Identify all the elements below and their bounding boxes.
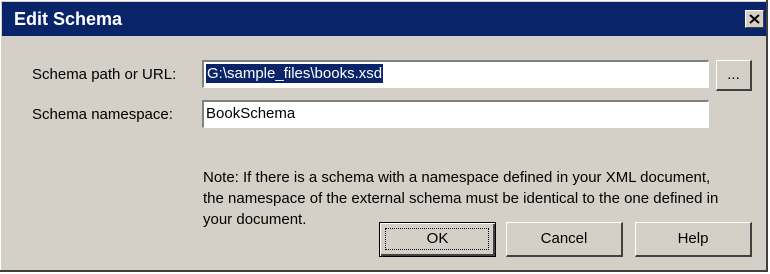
- schema-namespace-label: Schema namespace:: [32, 106, 173, 123]
- ok-button[interactable]: OK: [379, 222, 496, 257]
- ok-button-label: OK: [426, 230, 449, 247]
- close-icon: [749, 14, 760, 24]
- cancel-button[interactable]: Cancel: [506, 222, 623, 257]
- schema-path-input[interactable]: G:\sample_files\books.xsd: [202, 60, 709, 88]
- schema-namespace-value: BookSchema: [206, 105, 296, 122]
- edit-schema-dialog: Edit Schema Schema path or URL: G:\sampl…: [0, 0, 768, 272]
- browse-button-label: ...: [727, 66, 740, 83]
- schema-namespace-input[interactable]: BookSchema: [202, 100, 709, 128]
- cancel-button-label: Cancel: [540, 230, 588, 247]
- help-button[interactable]: Help: [635, 222, 752, 257]
- dialog-title: Edit Schema: [14, 9, 123, 29]
- close-button[interactable]: [745, 10, 764, 28]
- note-text: Note: If there is a schema with a namesp…: [203, 169, 719, 228]
- schema-path-label: Schema path or URL:: [32, 66, 177, 83]
- title-bar[interactable]: Edit Schema: [2, 2, 766, 36]
- schema-path-value: G:\sample_files\books.xsd: [206, 64, 384, 83]
- help-button-label: Help: [677, 230, 709, 247]
- browse-button[interactable]: ...: [716, 60, 752, 91]
